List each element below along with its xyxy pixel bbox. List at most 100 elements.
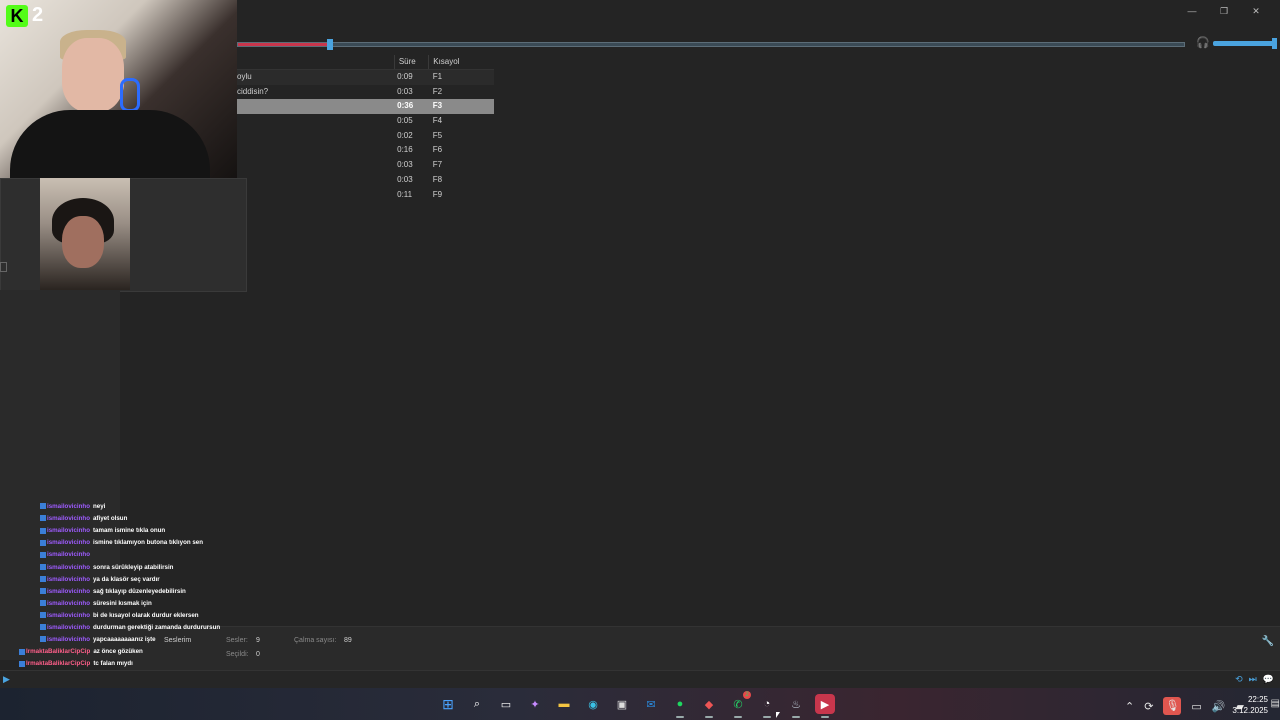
play-count-label: Çalma sayısı: (294, 637, 337, 644)
chat-badge-icon (40, 563, 46, 570)
chat-message: ismailovicinho afiyet olsun (40, 515, 127, 522)
chat-message: ismailovicinho tamam ismine tıkla onun (40, 527, 165, 534)
table-row[interactable]: 0:05 F4 (237, 114, 494, 129)
task-view-icon[interactable]: ▭ (496, 694, 516, 714)
cell-name (237, 114, 395, 129)
webcam-main: K 2 (0, 0, 237, 178)
chat-message: ismailovicinho bi de kısayol olarak durdu… (40, 612, 199, 619)
headset-icon (120, 78, 140, 112)
speaker-icon[interactable]: 🔊 (1212, 700, 1226, 713)
table-row[interactable]: ciddisin? 0:03 F2 (237, 85, 494, 100)
cell-duration: 0:11 (397, 189, 413, 199)
edge-icon[interactable]: ◉ (583, 694, 603, 714)
steam-icon[interactable]: ♨ (786, 694, 806, 718)
chat-text: yapcaaaaaaaanız işte (92, 636, 156, 644)
cell-name (237, 188, 395, 203)
search-icon[interactable]: ⌕ (467, 694, 487, 714)
cell-shortcut: F4 (432, 116, 443, 126)
close-button[interactable]: ✕ (1240, 4, 1272, 18)
chat-badge-icon (40, 636, 46, 643)
kick-logo-icon: K (6, 4, 28, 27)
chat-username: ismailovicinho (47, 527, 90, 535)
red-app-icon[interactable]: ◆ (699, 694, 719, 718)
whatsapp-icon[interactable]: ✆ 2 (728, 691, 751, 718)
cell-name: oylu (237, 72, 252, 81)
chat-username: ismailovicinho (47, 624, 90, 631)
chat-username: ismailovicinho (47, 563, 90, 571)
chat-message: ismailovicinho (40, 551, 93, 558)
wrench-icon[interactable]: 🔧 (1262, 636, 1274, 647)
column-shortcut[interactable]: Kısayol (429, 55, 494, 69)
spotify-icon[interactable]: ● (670, 694, 690, 718)
chat-badge-icon (40, 600, 46, 607)
status-bar: Sesler: 9 Çalma sayısı: 89 Seçildi: 0 Se… (120, 626, 1280, 670)
chat-text: az önce gözüken (93, 648, 143, 656)
table-row[interactable]: 0:03 F8 (237, 173, 494, 188)
chat-username: ismailovicinho (47, 503, 90, 510)
chat-badge-icon (40, 624, 46, 631)
playback-progress[interactable] (237, 39, 1185, 50)
taskbar: ⊞ ⌕ ▭ ✦ ▬ ◉ ▣ ✉ ● ◆ ✆ 2 ◔ ♨ ▶ ⌃ ⟳ 🎙 ▭ 🔊 … (0, 688, 1280, 720)
chat-badge-icon (19, 648, 25, 655)
chat-icon[interactable]: 💬 (1263, 674, 1274, 685)
clock-app-icon[interactable]: ◔ (757, 694, 777, 718)
chat-message: ismailovicinho sonra sürükleyip atabilirs… (40, 564, 173, 571)
table-row[interactable]: 0:02 F5 (237, 129, 494, 144)
minimize-button[interactable]: — (1176, 4, 1208, 18)
cell-duration: 0:16 (397, 145, 413, 155)
logo-number: 2 (32, 4, 44, 26)
cell-duration: 0:02 (397, 130, 413, 140)
sync-icon[interactable]: ⟳ (1144, 700, 1153, 713)
my-sounds-label[interactable]: Seslerim (164, 637, 191, 644)
column-name[interactable] (237, 55, 395, 69)
chat-text: sonra sürükleyip atabilirsin (92, 563, 174, 571)
table-row[interactable]: 0:11 F9 (237, 188, 494, 203)
chat-text: tamam ismine tıkla onun (92, 527, 166, 535)
table-row[interactable]: 0:03 F7 (237, 158, 494, 173)
soundboard-icon[interactable]: ▶ (815, 694, 835, 718)
cell-shortcut: F3 (432, 101, 443, 111)
play-icon[interactable]: ▶ (3, 674, 10, 685)
store-icon[interactable]: ▣ (612, 694, 632, 714)
microphone-icon[interactable]: 🎙 (1163, 697, 1182, 715)
table-row[interactable]: 0:36 F3 (237, 99, 494, 115)
chevron-up-icon[interactable]: ⌃ (1125, 700, 1134, 713)
headphone-icon[interactable]: 🎧 (1196, 37, 1210, 49)
chat-text: tc falan mıydı (93, 660, 133, 668)
play-count-value: 89 (344, 637, 352, 644)
table-header: Süre Kısayol (237, 55, 494, 70)
sidebar-handle[interactable] (0, 262, 7, 272)
cell-shortcut: F1 (432, 72, 443, 81)
next-icon[interactable]: ⏭ (1249, 674, 1257, 685)
chat-username: ismailovicinho (47, 611, 90, 619)
chat-username: ismailovicinho (47, 539, 90, 547)
chat-text: süresini kısmak için (92, 599, 152, 607)
loop-icon[interactable]: ⟲ (1235, 674, 1243, 685)
table-row[interactable]: oylu 0:09 F1 (237, 70, 494, 85)
volume-handle[interactable] (1272, 38, 1277, 49)
display-icon[interactable]: ▭ (1191, 700, 1201, 713)
clock[interactable]: 22:25 3.12.2025 (1232, 694, 1268, 716)
chat-username: ismailovicinho (47, 515, 90, 523)
sounds-count: 9 (256, 637, 260, 644)
cell-duration: 0:03 (397, 160, 413, 170)
maximize-button[interactable]: ❐ (1208, 4, 1240, 18)
chat-text: sağ tıklayıp düzenleyedebilirsin (92, 587, 186, 595)
cell-name (237, 143, 395, 158)
outlook-icon[interactable]: ✉ (641, 694, 661, 714)
volume-slider[interactable] (1213, 38, 1277, 49)
taskbar-apps: ⊞ ⌕ ▭ ✦ ▬ ◉ ▣ ✉ ● ◆ ✆ 2 ◔ ♨ ▶ (438, 691, 835, 718)
progress-handle[interactable] (326, 39, 333, 50)
cell-shortcut: F7 (432, 160, 443, 170)
time-text: 22:25 (1247, 695, 1268, 704)
date-text: 3.12.2025 (1232, 706, 1268, 715)
copilot-icon[interactable]: ✦ (525, 694, 545, 714)
notification-icon[interactable]: ▤ (1271, 698, 1280, 709)
whatsapp-badge: 2 (743, 691, 751, 699)
cell-duration: 0:36 (397, 101, 414, 111)
selected-label: Seçildi: (226, 651, 249, 658)
table-row[interactable]: 0:16 F6 (237, 143, 494, 158)
windows-start-icon[interactable]: ⊞ (438, 694, 458, 714)
column-duration[interactable]: Süre (395, 55, 430, 69)
file-explorer-icon[interactable]: ▬ (554, 694, 574, 714)
